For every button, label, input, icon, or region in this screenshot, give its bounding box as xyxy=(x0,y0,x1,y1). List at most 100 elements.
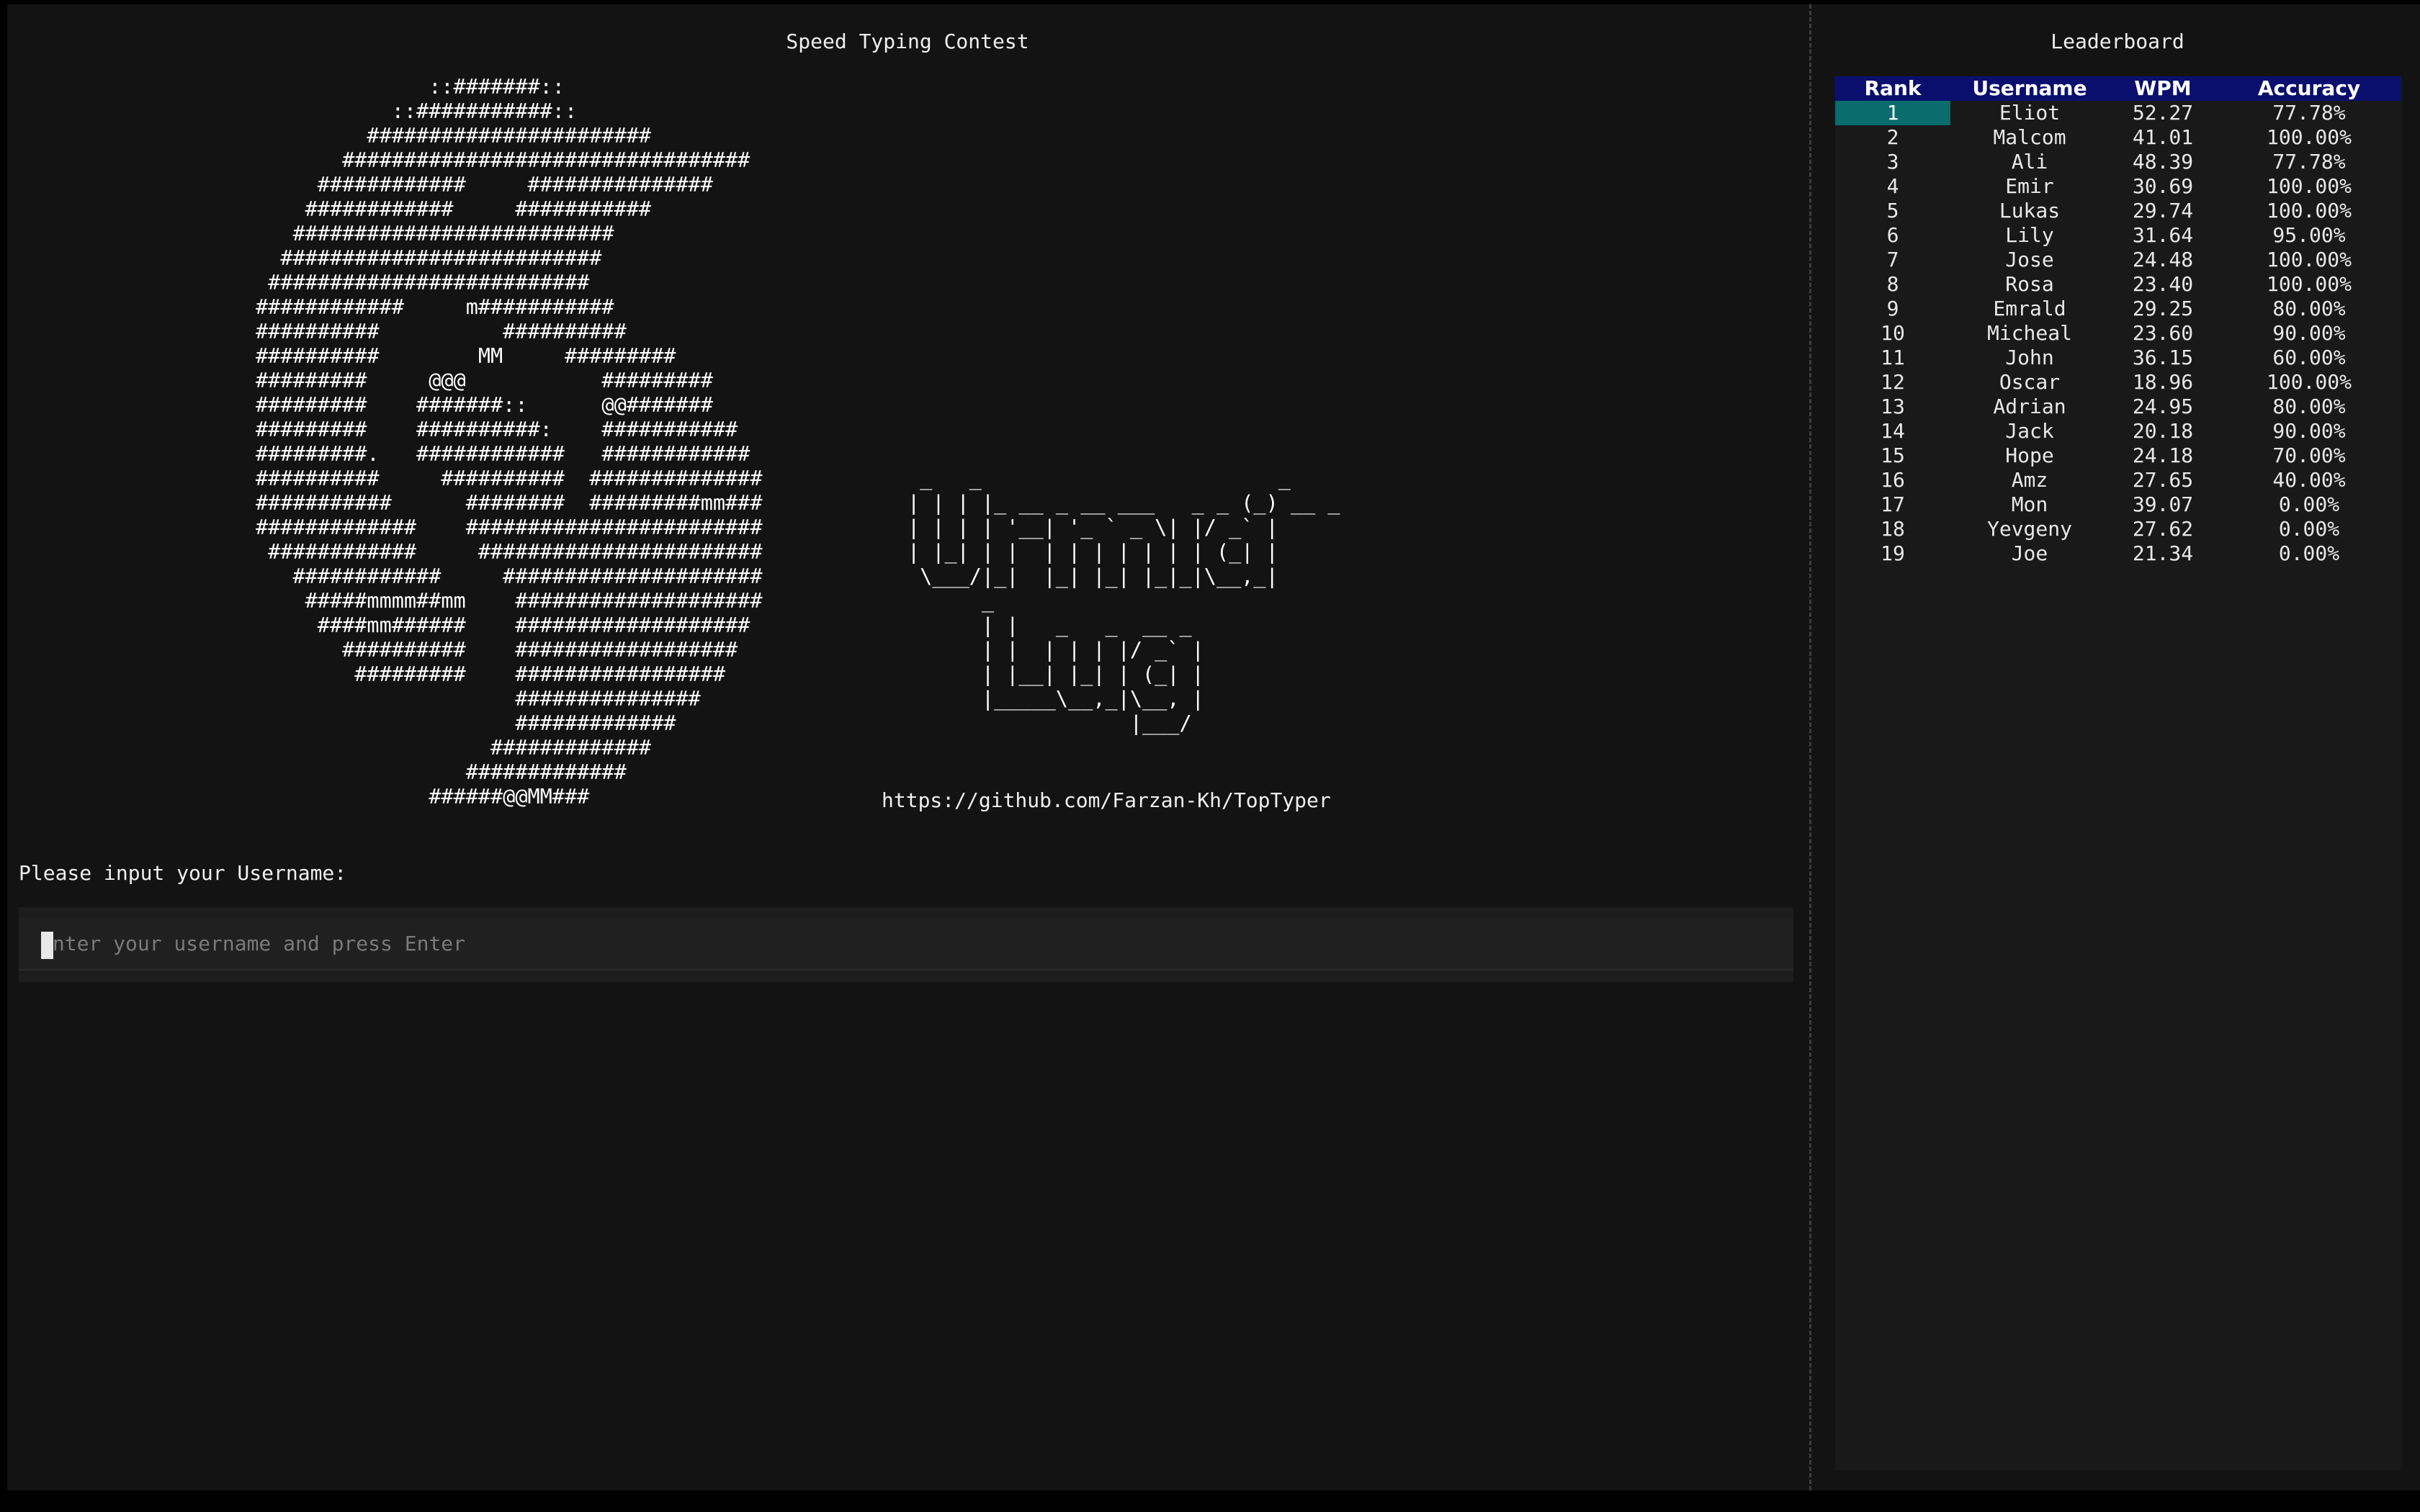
wpm-cell[interactable]: 20.18 xyxy=(2109,419,2217,444)
rank-cell[interactable]: 12 xyxy=(1835,370,1950,395)
table-row[interactable]: 19 Joe 21.34 0.00% xyxy=(1835,541,2401,566)
accuracy-cell[interactable]: 100.00% xyxy=(2217,272,2401,297)
table-row[interactable]: 15 Hope 24.18 70.00% xyxy=(1835,444,2401,468)
rank-cell[interactable]: 4 xyxy=(1835,174,1950,199)
username-cell[interactable]: Jack xyxy=(1950,419,2109,444)
accuracy-cell[interactable]: 80.00% xyxy=(2217,297,2401,321)
wpm-cell[interactable]: 36.15 xyxy=(2109,346,2217,370)
rank-cell[interactable]: 7 xyxy=(1835,248,1950,272)
wpm-cell[interactable]: 23.60 xyxy=(2109,321,2217,346)
username-cell[interactable]: Jose xyxy=(1950,248,2109,272)
rank-cell[interactable]: 14 xyxy=(1835,419,1950,444)
username-cell[interactable]: Lukas xyxy=(1950,199,2109,223)
rank-cell[interactable]: 3 xyxy=(1835,150,1950,174)
accuracy-cell[interactable]: 90.00% xyxy=(2217,419,2401,444)
rank-cell[interactable]: 5 xyxy=(1835,199,1950,223)
accuracy-cell[interactable]: 90.00% xyxy=(2217,321,2401,346)
table-row[interactable]: 13 Adrian 24.95 80.00% xyxy=(1835,395,2401,419)
table-row[interactable]: 11 John 36.15 60.00% xyxy=(1835,346,2401,370)
table-row[interactable]: 4 Emir 30.69 100.00% xyxy=(1835,174,2401,199)
accuracy-cell[interactable]: 60.00% xyxy=(2217,346,2401,370)
table-row[interactable]: 17 Mon 39.07 0.00% xyxy=(1835,492,2401,517)
column-header-rank[interactable]: Rank xyxy=(1835,76,1950,101)
rank-cell[interactable]: 6 xyxy=(1835,223,1950,248)
table-row[interactable]: 3 Ali 48.39 77.78% xyxy=(1835,150,2401,174)
rank-cell[interactable]: 1 xyxy=(1835,101,1950,125)
wpm-cell[interactable]: 52.27 xyxy=(2109,101,2217,125)
rank-cell[interactable]: 2 xyxy=(1835,125,1950,150)
username-input-box[interactable] xyxy=(19,917,1793,971)
rank-cell[interactable]: 16 xyxy=(1835,468,1950,492)
accuracy-cell[interactable]: 70.00% xyxy=(2217,444,2401,468)
accuracy-cell[interactable]: 40.00% xyxy=(2217,468,2401,492)
rank-cell[interactable]: 19 xyxy=(1835,541,1950,566)
username-cell[interactable]: Hope xyxy=(1950,444,2109,468)
accuracy-cell[interactable]: 100.00% xyxy=(2217,174,2401,199)
username-cell[interactable]: Ali xyxy=(1950,150,2109,174)
accuracy-cell[interactable]: 77.78% xyxy=(2217,150,2401,174)
rank-cell[interactable]: 8 xyxy=(1835,272,1950,297)
wpm-cell[interactable]: 24.18 xyxy=(2109,444,2217,468)
table-row[interactable]: 14 Jack 20.18 90.00% xyxy=(1835,419,2401,444)
rank-cell[interactable]: 15 xyxy=(1835,444,1950,468)
rank-cell[interactable]: 9 xyxy=(1835,297,1950,321)
column-header-accuracy[interactable]: Accuracy xyxy=(2217,76,2401,101)
accuracy-cell[interactable]: 100.00% xyxy=(2217,370,2401,395)
username-input[interactable] xyxy=(40,927,1769,959)
rank-cell[interactable]: 11 xyxy=(1835,346,1950,370)
accuracy-cell[interactable]: 77.78% xyxy=(2217,101,2401,125)
rank-cell[interactable]: 10 xyxy=(1835,321,1950,346)
username-cell[interactable]: Rosa xyxy=(1950,272,2109,297)
wpm-cell[interactable]: 27.65 xyxy=(2109,468,2217,492)
wpm-cell[interactable]: 39.07 xyxy=(2109,492,2217,517)
username-cell[interactable]: Malcom xyxy=(1950,125,2109,150)
wpm-cell[interactable]: 24.48 xyxy=(2109,248,2217,272)
table-row[interactable]: 16 Amz 27.65 40.00% xyxy=(1835,468,2401,492)
wpm-cell[interactable]: 21.34 xyxy=(2109,541,2217,566)
wpm-cell[interactable]: 18.96 xyxy=(2109,370,2217,395)
column-header-username[interactable]: Username xyxy=(1950,76,2109,101)
rank-cell[interactable]: 18 xyxy=(1835,517,1950,541)
wpm-cell[interactable]: 31.64 xyxy=(2109,223,2217,248)
username-cell[interactable]: John xyxy=(1950,346,2109,370)
accuracy-cell[interactable]: 0.00% xyxy=(2217,492,2401,517)
table-row[interactable]: 7 Jose 24.48 100.00% xyxy=(1835,248,2401,272)
username-cell[interactable]: Adrian xyxy=(1950,395,2109,419)
table-row[interactable]: 2 Malcom 41.01 100.00% xyxy=(1835,125,2401,150)
table-row[interactable]: 18 Yevgeny 27.62 0.00% xyxy=(1835,517,2401,541)
table-row[interactable]: 8 Rosa 23.40 100.00% xyxy=(1835,272,2401,297)
accuracy-cell[interactable]: 0.00% xyxy=(2217,541,2401,566)
accuracy-cell[interactable]: 100.00% xyxy=(2217,248,2401,272)
accuracy-cell[interactable]: 0.00% xyxy=(2217,517,2401,541)
username-cell[interactable]: Yevgeny xyxy=(1950,517,2109,541)
table-row[interactable]: 1 Eliot 52.27 77.78% xyxy=(1835,101,2401,125)
column-header-wpm[interactable]: WPM xyxy=(2109,76,2217,101)
accuracy-cell[interactable]: 100.00% xyxy=(2217,199,2401,223)
username-cell[interactable]: Joe xyxy=(1950,541,2109,566)
username-cell[interactable]: Mon xyxy=(1950,492,2109,517)
username-cell[interactable]: Emir xyxy=(1950,174,2109,199)
wpm-cell[interactable]: 29.74 xyxy=(2109,199,2217,223)
username-cell[interactable]: Lily xyxy=(1950,223,2109,248)
accuracy-cell[interactable]: 100.00% xyxy=(2217,125,2401,150)
table-row[interactable]: 12 Oscar 18.96 100.00% xyxy=(1835,370,2401,395)
username-cell[interactable]: Amz xyxy=(1950,468,2109,492)
table-row[interactable]: 5 Lukas 29.74 100.00% xyxy=(1835,199,2401,223)
username-cell[interactable]: Eliot xyxy=(1950,101,2109,125)
username-cell[interactable]: Emrald xyxy=(1950,297,2109,321)
username-cell[interactable]: Micheal xyxy=(1950,321,2109,346)
wpm-cell[interactable]: 27.62 xyxy=(2109,517,2217,541)
table-row[interactable]: 10 Micheal 23.60 90.00% xyxy=(1835,321,2401,346)
wpm-cell[interactable]: 30.69 xyxy=(2109,174,2217,199)
table-row[interactable]: 9 Emrald 29.25 80.00% xyxy=(1835,297,2401,321)
wpm-cell[interactable]: 48.39 xyxy=(2109,150,2217,174)
rank-cell[interactable]: 13 xyxy=(1835,395,1950,419)
wpm-cell[interactable]: 29.25 xyxy=(2109,297,2217,321)
wpm-cell[interactable]: 24.95 xyxy=(2109,395,2217,419)
rank-cell[interactable]: 17 xyxy=(1835,492,1950,517)
accuracy-cell[interactable]: 95.00% xyxy=(2217,223,2401,248)
wpm-cell[interactable]: 41.01 xyxy=(2109,125,2217,150)
table-row[interactable]: 6 Lily 31.64 95.00% xyxy=(1835,223,2401,248)
accuracy-cell[interactable]: 80.00% xyxy=(2217,395,2401,419)
repo-link[interactable]: https://github.com/Farzan-Kh/TopTyper xyxy=(882,786,1331,815)
